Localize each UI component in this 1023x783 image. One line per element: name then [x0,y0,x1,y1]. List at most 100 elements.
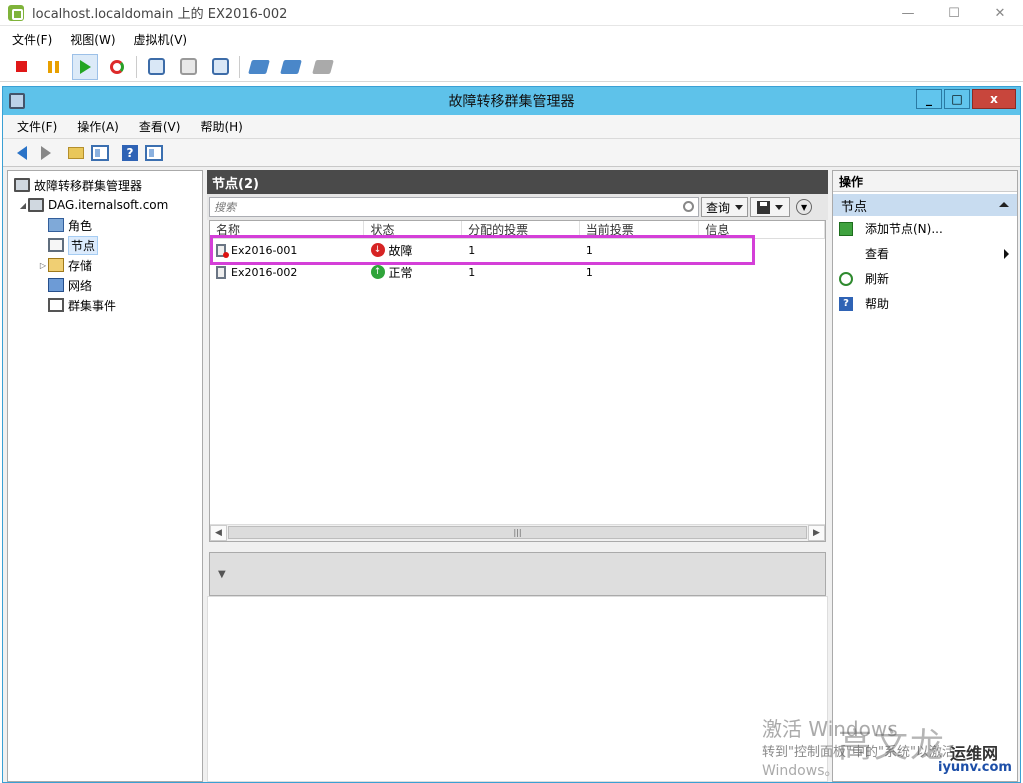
vm-menu-vm[interactable]: 虚拟机(V) [122,31,194,48]
tree-item-cluster-events[interactable]: 群集事件 [8,295,202,315]
chevron-down-icon [775,204,784,210]
assigned-votes-cell: 1 [468,265,476,279]
action-add-node[interactable]: 添加节点(N)... [833,216,1017,241]
column-header-status[interactable]: 状态 [364,221,463,238]
tree-item-label: 故障转移群集管理器 [34,178,143,193]
vm-minimize-button[interactable]: — [885,0,931,26]
action-view[interactable]: 查看 [833,241,1017,266]
mmc-close-button[interactable]: x [972,89,1016,109]
action-refresh[interactable]: 刷新 [833,266,1017,291]
snapshot-button[interactable] [143,54,169,80]
vm-toolbar [0,52,1023,82]
stop-icon [15,61,27,72]
tree-item-label: 群集事件 [68,298,117,313]
tree-item-networks[interactable]: 网络 [8,275,202,295]
scroll-thumb[interactable]: ||| [228,526,807,539]
action-pane-icon [145,144,163,161]
column-header-name[interactable]: 名称 [210,221,365,238]
mmc-menu-help[interactable]: 帮助(H) [186,118,248,135]
chevron-down-icon[interactable]: ▼ [218,569,226,580]
save-icon [757,200,771,214]
tree-item-label: DAG.iternalsoft.com [48,198,169,212]
mmc-window-title: 故障转移群集管理器 [448,94,575,110]
tree-item-cluster[interactable]: ◢ DAG.iternalsoft.com [8,195,202,215]
vm-options-button[interactable] [310,54,336,80]
search-icon[interactable] [683,201,694,212]
roles-icon [48,218,64,232]
column-header-current-votes[interactable]: 当前投票 [580,221,700,238]
show-hide-action-pane-button[interactable] [143,142,165,164]
column-header-info[interactable]: 信息 [699,221,825,238]
reset-button[interactable] [104,54,130,80]
vm-close-button[interactable]: ✕ [977,0,1023,26]
snapshot-manager-button[interactable] [207,54,233,80]
mmc-menu-view[interactable]: 查看(V) [125,118,187,135]
search-toolbar: 查询 ▼ [207,194,828,220]
pane-splitter[interactable] [207,542,828,552]
back-button[interactable] [11,142,33,164]
node-icon [216,265,226,279]
table-row[interactable]: Ex2016-001 ↓ 故障 1 1 [210,239,825,261]
vm-settings-button[interactable] [246,54,272,80]
mmc-menu-file[interactable]: 文件(F) [3,118,63,135]
revert-snapshot-button[interactable] [175,54,201,80]
scroll-track[interactable]: ||| [227,525,808,541]
status-up-icon: ↑ [370,265,385,279]
vm-menu-file[interactable]: 文件(F) [0,31,58,48]
collapse-icon[interactable]: ◢ [18,201,28,210]
cluster-icon [28,198,44,212]
add-node-icon [839,221,853,236]
node-status-cell: ↑ 正常 [365,264,463,281]
vm-maximize-button[interactable]: ☐ [931,0,977,26]
search-input[interactable] [214,200,674,214]
action-label: 帮助 [865,297,890,311]
actions-section-nodes[interactable]: 节点 [833,194,1017,216]
current-votes-cell: 1 [585,265,593,279]
action-label: 添加节点(N)... [865,222,943,236]
mmc-menu-bar: 文件(F) 操作(A) 查看(V) 帮助(H) [3,115,1020,139]
up-folder-button[interactable] [65,142,87,164]
query-button[interactable]: 查询 [701,197,749,217]
action-help[interactable]: ? 帮助 [833,291,1017,316]
tree-item-roles[interactable]: 角色 [8,215,202,235]
tree-item-nodes[interactable]: 节点 [8,235,202,255]
suspend-button[interactable] [40,54,66,80]
tree-item-root[interactable]: 故障转移群集管理器 [8,175,202,195]
tree-item-label: 节点 [68,235,99,255]
site-watermark-url: iyunv.com [938,760,1012,775]
blank-icon [839,247,853,261]
column-header-assigned-votes[interactable]: 分配的投票 [462,221,580,238]
scroll-right-icon[interactable]: ▶ [808,525,825,541]
node-status-cell: ↓ 故障 [365,242,463,259]
mmc-maximize-button[interactable]: □ [944,89,970,109]
show-hide-tree-button[interactable] [89,142,111,164]
vm-title-bar: localhost.localdomain 上的 EX2016-002 — ☐ … [0,0,1023,26]
details-pane[interactable]: ▼ [209,552,826,596]
mmc-body: 故障转移群集管理器 ◢ DAG.iternalsoft.com 角色 节点 ▷ … [3,170,1020,782]
toolbar-separator [136,55,137,78]
mmc-menu-action[interactable]: 操作(A) [63,118,125,135]
actions-header: 操作 [833,171,1017,192]
tree-item-storage[interactable]: ▷ 存储 [8,255,202,275]
vm-window-title: localhost.localdomain 上的 EX2016-002 [32,7,288,22]
vm-menu-view[interactable]: 视图(W) [58,31,121,48]
pause-icon [47,60,59,73]
save-query-button[interactable] [750,197,791,217]
power-on-button[interactable] [72,53,98,80]
power-off-button[interactable] [8,54,34,80]
collapse-up-icon[interactable] [999,202,1009,207]
back-arrow-icon [17,145,27,160]
help-icon: ? [122,144,138,161]
expand-collapse-icon[interactable]: ▼ [796,199,813,215]
help-button[interactable]: ? [119,142,141,164]
table-row[interactable]: Ex2016-002 ↑ 正常 1 1 [210,261,825,283]
scroll-left-icon[interactable]: ◀ [210,525,227,541]
submenu-arrow-icon [1004,249,1009,259]
console-tree: 故障转移群集管理器 ◢ DAG.iternalsoft.com 角色 节点 ▷ … [7,170,203,782]
expand-icon[interactable]: ▷ [38,261,48,270]
horizontal-scrollbar[interactable]: ◀ ||| ▶ [210,524,825,541]
mmc-minimize-button[interactable]: _ [916,89,942,109]
tree-item-label: 角色 [68,218,93,233]
vm-tools-button[interactable] [278,54,304,80]
forward-button[interactable] [35,142,57,164]
